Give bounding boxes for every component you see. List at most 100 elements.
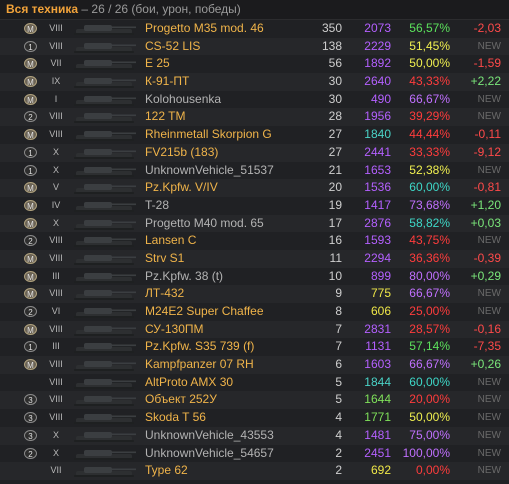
table-row[interactable]: M VIII Rheinmetall Skorpion G 27 1840 44,44% -… [0,126,509,144]
table-row[interactable]: VIII AltProto AMX 30 5 1844 60,00% NEW [0,374,509,392]
table-row[interactable]: M VIII Strv S1 11 2294 36,36% -0,39 [0,249,509,268]
avg-damage: 899 [370,268,391,283]
table-row[interactable]: M VIII СУ-130ПМ 7 2831 28,57% -0,16 [0,320,509,339]
tank-icon [70,464,138,478]
winrate-change: -1,59 [473,56,501,71]
winrate: 52,38% [409,162,450,177]
winrate-change: -2,03 [473,21,501,35]
vehicle-name: Kolohousenka [145,91,222,106]
table-row[interactable]: M III Pz.Kpfw. 38 (t) 10 899 80,00% +0,29 [0,268,509,286]
battles-count: 28 [328,109,342,124]
avg-damage: 2073 [364,21,391,35]
tank-icon [70,146,138,160]
vehicle-name: T-28 [145,197,170,212]
table-row[interactable]: M VIII ЛТ-432 9 775 66,67% NEW [0,285,509,303]
battles-count: 17 [328,215,342,230]
table-row[interactable]: M VIII Progetto M35 mod. 46 350 2073 56,57% -2… [0,20,509,38]
tier-label: VIII [49,412,63,423]
tank-icon [70,57,138,71]
mastery-badge-icon: M [24,23,37,34]
mastery-badge-icon: 3 [24,412,37,424]
table-row[interactable]: M V Pz.Kpfw. V/IV 20 1536 60,00% -0,81 [0,179,509,197]
winrate: 80,00% [409,268,450,283]
mastery-badge-icon: 3 [24,429,37,441]
vehicle-name: Progetto M35 mod. 46 [145,21,264,35]
vehicle-name: Объект 252У [145,392,217,407]
table-row[interactable]: 2 X UnknownVehicle_54657 2 2451 100,00% NEW [0,445,509,463]
tank-icon [70,110,138,124]
tier-label: X [52,146,59,157]
avg-damage: 1644 [364,392,391,407]
winrate: 28,57% [409,321,450,336]
table-row[interactable]: VII Type 62 2 692 0,00% NEW [0,462,509,480]
table-row[interactable]: M X Progetto M40 mod. 65 17 2876 58,82% +0,03 [0,214,509,233]
winrate: 36,36% [409,250,450,265]
avg-damage: 1417 [364,197,391,212]
tier-label: VIII [49,323,63,334]
battles-count: 56 [328,56,342,71]
table-row[interactable]: M I Kolohousenka 30 490 66,67% NEW [0,91,509,109]
tier-label: I [54,93,58,104]
battles-count: 2 [335,445,342,460]
tier-label: VIII [49,23,63,33]
winrate: 60,00% [409,374,450,389]
tier-label: X [52,164,59,175]
table-row[interactable]: 2 VI M24E2 Super Chaffee 8 606 25,00% NEW [0,303,509,321]
winrate: 66,67% [409,357,450,372]
tier-label: VIII [49,40,63,51]
table-row[interactable]: M VIII Kampfpanzer 07 RH 6 1603 66,67% +0,26 [0,356,509,374]
winrate-change: -0,81 [473,180,501,195]
tank-icon [70,217,138,231]
winrate: 39,29% [409,109,450,124]
mastery-badge-icon: M [24,76,37,88]
tier-label: IX [51,76,61,87]
table-header: Вся техника – 26 / 26 (бои, урон, победы… [0,0,509,20]
tank-icon [70,22,138,36]
winrate-change: +0,26 [470,357,501,372]
table-row[interactable]: M VII E 25 56 1892 50,00% -1,59 [0,55,509,73]
table-row[interactable]: 1 X FV215b (183) 27 2441 33,33% -9,12 [0,143,509,162]
battles-count: 19 [328,197,342,212]
tier-label: VIII [49,252,63,263]
battles-count: 27 [328,144,342,159]
tank-icon [70,75,138,89]
tier-label: VI [51,306,61,316]
tank-icon [70,234,138,248]
mastery-badge-icon: M [24,129,37,141]
tank-icon [70,93,138,107]
table-row[interactable]: 3 X UnknownVehicle_43553 4 1481 75,00% NEW [0,426,509,445]
avg-damage: 2451 [364,445,391,460]
avg-damage: 606 [370,304,391,318]
tier-label: VII [50,58,62,69]
mastery-badge-icon: 1 [24,164,37,176]
battles-count: 5 [335,392,342,407]
table-row[interactable]: 3 VIII Объект 252У 5 1644 20,00% NEW [0,391,509,410]
winrate: 20,00% [409,392,450,407]
battles-count: 4 [335,410,342,425]
vehicle-name: Strv S1 [145,250,185,265]
mastery-badge-icon: M [24,288,37,300]
table-row[interactable]: 1 VIII CS-52 LIS 138 2229 51,45% NEW [0,37,509,56]
mastery-badge-icon: M [24,93,37,105]
table-row[interactable]: 1 X UnknownVehicle_51537 21 1653 52,38% NEW [0,162,509,180]
winrate-change: NEW [477,164,501,176]
winrate-change: NEW [477,465,501,477]
tank-icon [70,270,138,284]
tier-label: VIII [49,111,63,122]
winrate: 43,33% [409,74,450,89]
table-row[interactable]: M IX К-91-ПТ 30 2640 43,33% +2,22 [0,73,509,91]
winrate: 25,00% [409,304,450,318]
table-row[interactable]: 2 VIII Lansen C 16 1593 43,75% NEW [0,232,509,250]
table-row[interactable]: M IV T-28 19 1417 73,68% +1,20 [0,197,509,215]
winrate: 66,67% [409,91,450,106]
battles-count: 27 [328,127,342,142]
table-row[interactable]: 2 VIII 122 TM 28 1956 39,29% NEW [0,108,509,127]
tank-icon [70,287,138,301]
avg-damage: 1840 [364,127,391,142]
winrate: 57,14% [409,339,450,354]
battles-count: 30 [328,74,342,89]
battles-count: 21 [328,162,342,177]
table-row[interactable]: 1 III Pz.Kpfw. S35 739 (f) 7 1131 57,14% -7,35 [0,338,509,356]
vehicle-name: UnknownVehicle_54657 [145,445,274,460]
table-row[interactable]: 3 VIII Skoda T 56 4 1771 50,00% NEW [0,409,509,427]
